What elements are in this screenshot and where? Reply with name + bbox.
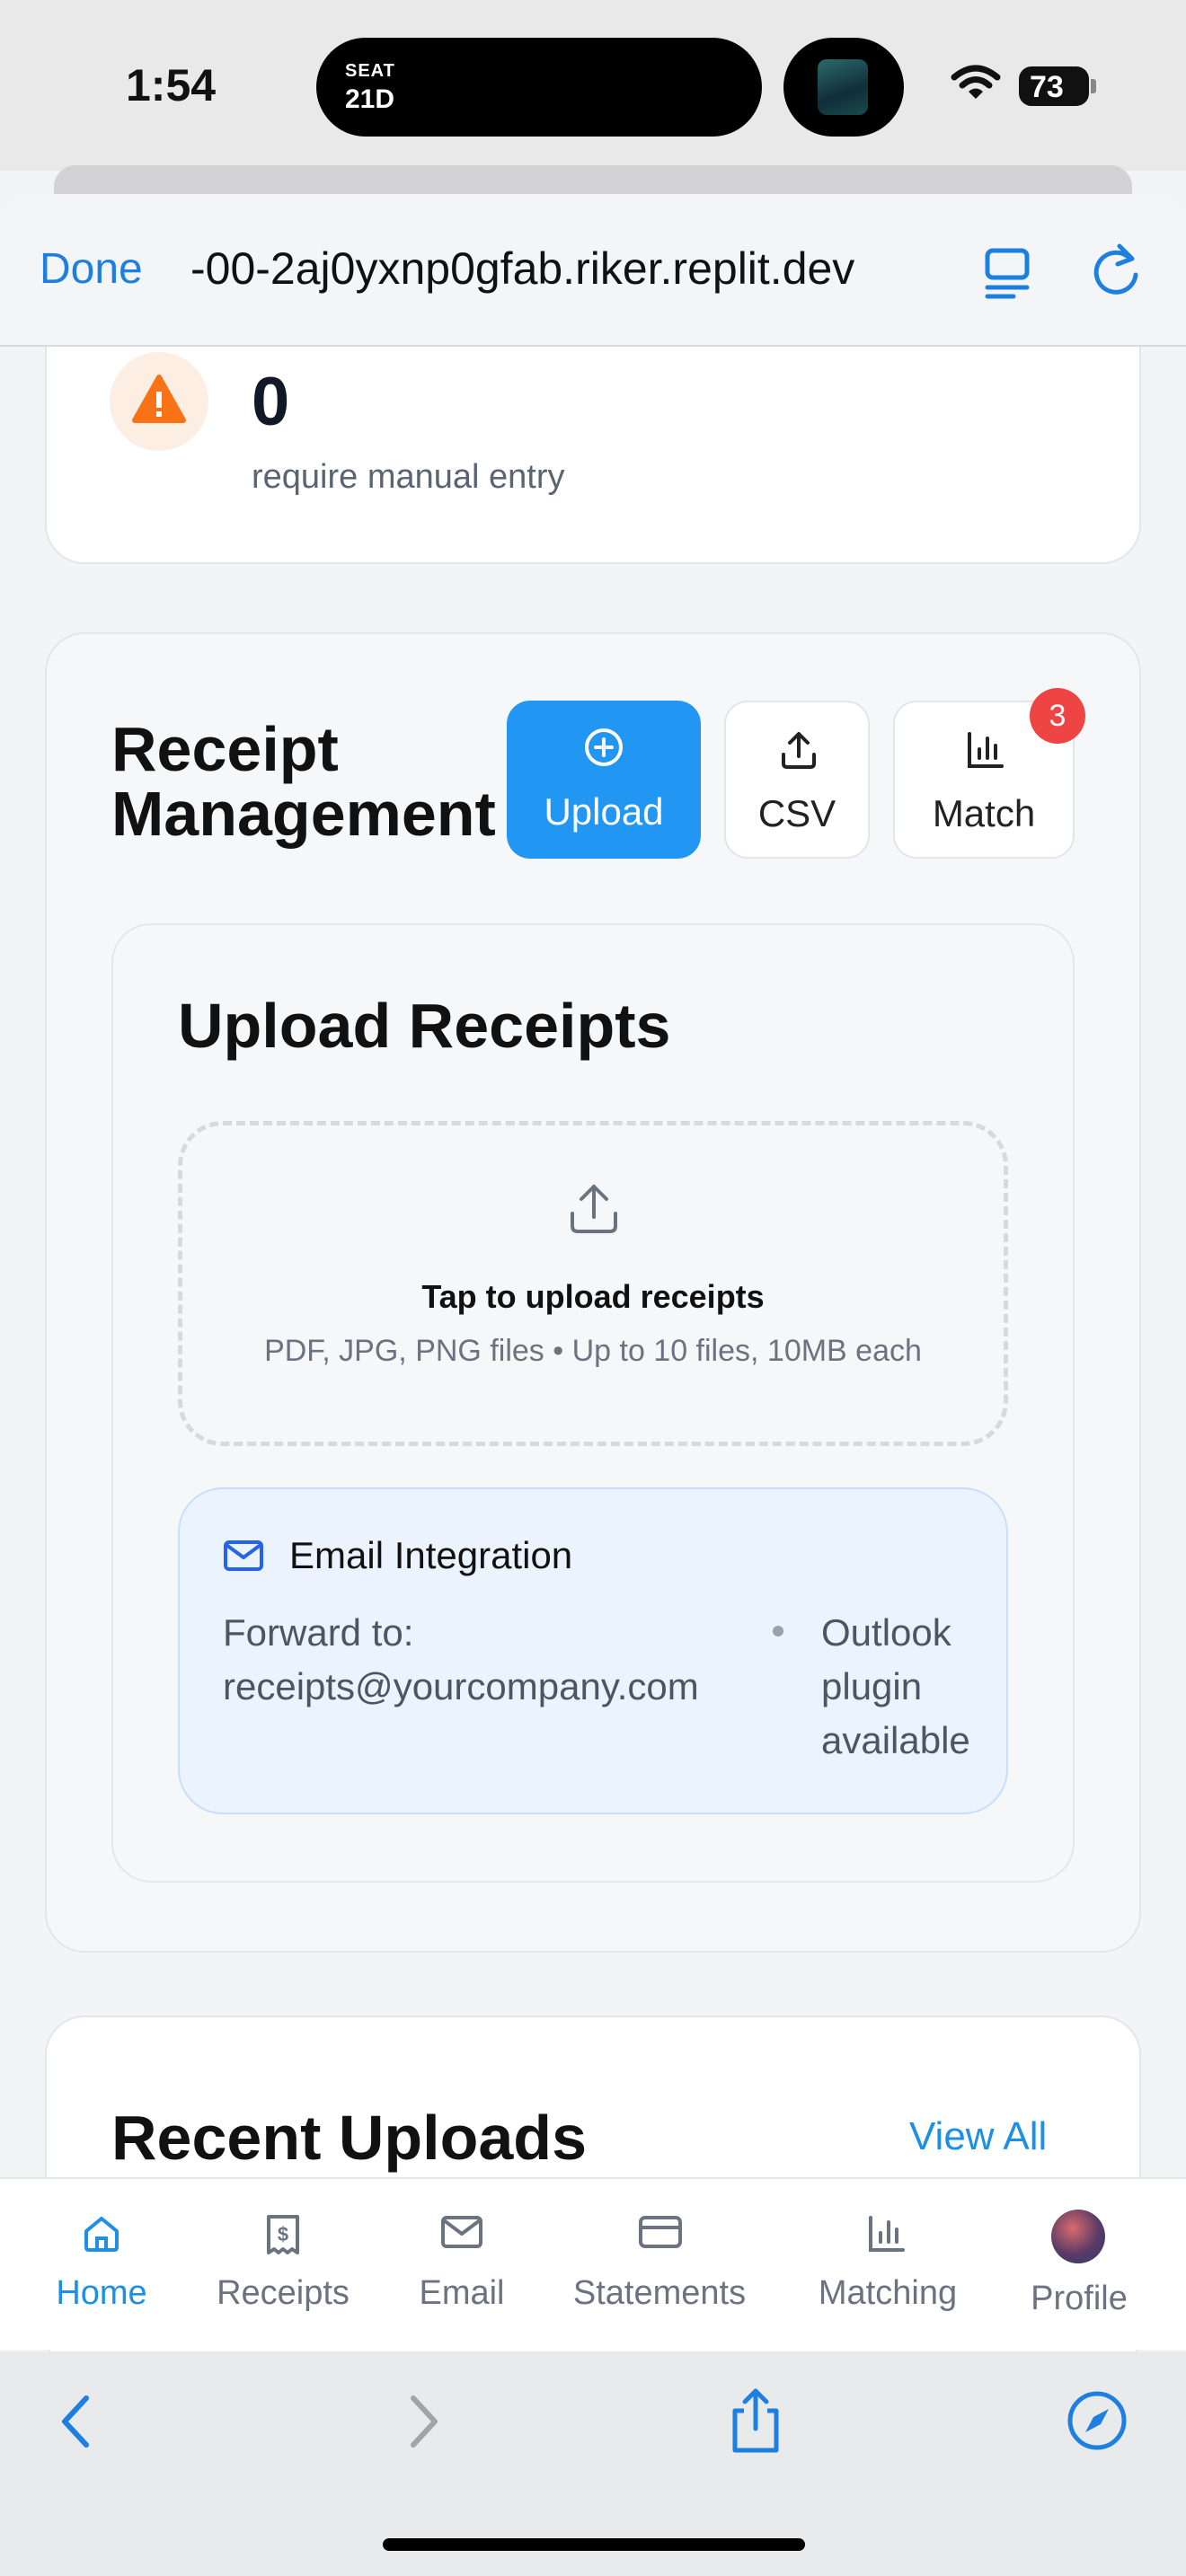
warning-icon-circle	[110, 352, 208, 451]
seat-number: 21D	[345, 84, 395, 114]
warning-icon	[132, 375, 186, 423]
email-integration-title: Email Integration	[289, 1534, 573, 1576]
need-attention-subtitle: require manual entry	[252, 458, 565, 496]
nav-home[interactable]: Home	[36, 2179, 167, 2351]
status-bar: 1:54 SEAT 21D 73	[0, 0, 1186, 219]
nav-receipts[interactable]: $ Receipts	[207, 2179, 359, 2351]
avatar	[1051, 2210, 1105, 2263]
back-arrow-icon[interactable]	[58, 2393, 97, 2450]
outlook-line-1: Outlook	[821, 1611, 951, 1654]
outlook-line-2: plugin	[821, 1665, 923, 1707]
mail-icon	[441, 2216, 482, 2248]
forward-arrow-icon[interactable]	[403, 2393, 442, 2450]
dynamic-island: SEAT 21D	[316, 38, 762, 137]
reload-icon[interactable]	[1089, 243, 1143, 298]
outlook-line-3: available	[821, 1719, 970, 1761]
receipt-icon: $	[267, 2215, 299, 2254]
compass-icon[interactable]	[1066, 2389, 1128, 2452]
nav-home-label: Home	[56, 2274, 147, 2312]
bullet-dot	[773, 1626, 783, 1636]
upload-receipts-title: Upload Receipts	[178, 991, 671, 1061]
title-line-1: Receipt	[111, 714, 339, 784]
nav-receipts-label: Receipts	[217, 2274, 350, 2312]
need-attention-count: 0	[252, 364, 290, 440]
wifi-icon	[951, 65, 1001, 99]
nav-email[interactable]: Email	[399, 2179, 525, 2351]
forward-address: Forward to: receipts@yourcompany.com	[223, 1606, 699, 1714]
mail-icon	[224, 1540, 263, 1571]
done-button[interactable]: Done	[40, 244, 143, 294]
outlook-plugin-note: Outlook plugin available	[821, 1606, 1001, 1768]
forward-email: receipts@yourcompany.com	[223, 1665, 699, 1707]
nav-email-label: Email	[419, 2274, 505, 2312]
match-button-label: Match	[932, 792, 1036, 834]
seat-label: SEAT	[345, 61, 395, 81]
dropzone-hint: PDF, JPG, PNG files • Up to 10 files, 10…	[264, 1334, 922, 1368]
svg-text:$: $	[278, 2223, 288, 2245]
forward-label: Forward to:	[223, 1611, 414, 1654]
battery-level: 73	[1030, 70, 1064, 104]
view-all-link[interactable]: View All	[909, 2114, 1047, 2159]
app-bottom-nav: Home $ Receipts Email Statements Matchin…	[0, 2177, 1186, 2350]
receipt-management-title: Receipt Management	[111, 717, 496, 846]
nav-profile-label: Profile	[1031, 2280, 1128, 2317]
csv-button[interactable]: CSV	[724, 701, 870, 859]
upload-dropzone[interactable]: Tap to upload receipts PDF, JPG, PNG fil…	[178, 1121, 1008, 1446]
bar-chart-icon	[869, 2216, 905, 2252]
upload-button[interactable]: Upload	[507, 701, 701, 859]
bar-chart-icon	[968, 732, 1004, 768]
status-time: 1:54	[126, 60, 217, 110]
title-line-2: Management	[111, 779, 496, 849]
browser-top-bar: Done -00-2aj0yxnp0gfab.riker.replit.dev	[0, 194, 1186, 347]
upload-icon	[571, 1185, 617, 1233]
dropzone-label: Tap to upload receipts	[421, 1278, 765, 1315]
nav-statements-label: Statements	[572, 2274, 747, 2312]
match-count-badge: 3	[1030, 688, 1085, 744]
nav-matching[interactable]: Matching	[801, 2179, 974, 2351]
nav-profile[interactable]: Profile	[1015, 2179, 1143, 2351]
share-icon[interactable]	[728, 2387, 783, 2456]
url-address[interactable]: -00-2aj0yxnp0gfab.riker.replit.dev	[190, 243, 945, 295]
home-icon	[84, 2217, 119, 2252]
nav-statements[interactable]: Statements	[555, 2179, 764, 2351]
nav-matching-label: Matching	[818, 2274, 958, 2312]
battery-icon: 73	[1019, 66, 1089, 106]
recent-uploads-title: Recent Uploads	[111, 2103, 587, 2173]
reader-mode-icon[interactable]	[983, 246, 1031, 300]
email-integration-box: Email Integration Forward to: receipts@y…	[178, 1487, 1008, 1814]
card-icon	[639, 2216, 682, 2248]
csv-button-label: CSV	[757, 792, 836, 834]
album-art-icon	[818, 59, 868, 115]
home-indicator	[383, 2538, 805, 2551]
plus-circle-icon	[585, 728, 623, 766]
battery-cap	[1091, 79, 1096, 93]
now-playing-island	[783, 38, 904, 137]
upload-button-label: Upload	[544, 790, 664, 833]
upload-icon	[782, 732, 816, 769]
